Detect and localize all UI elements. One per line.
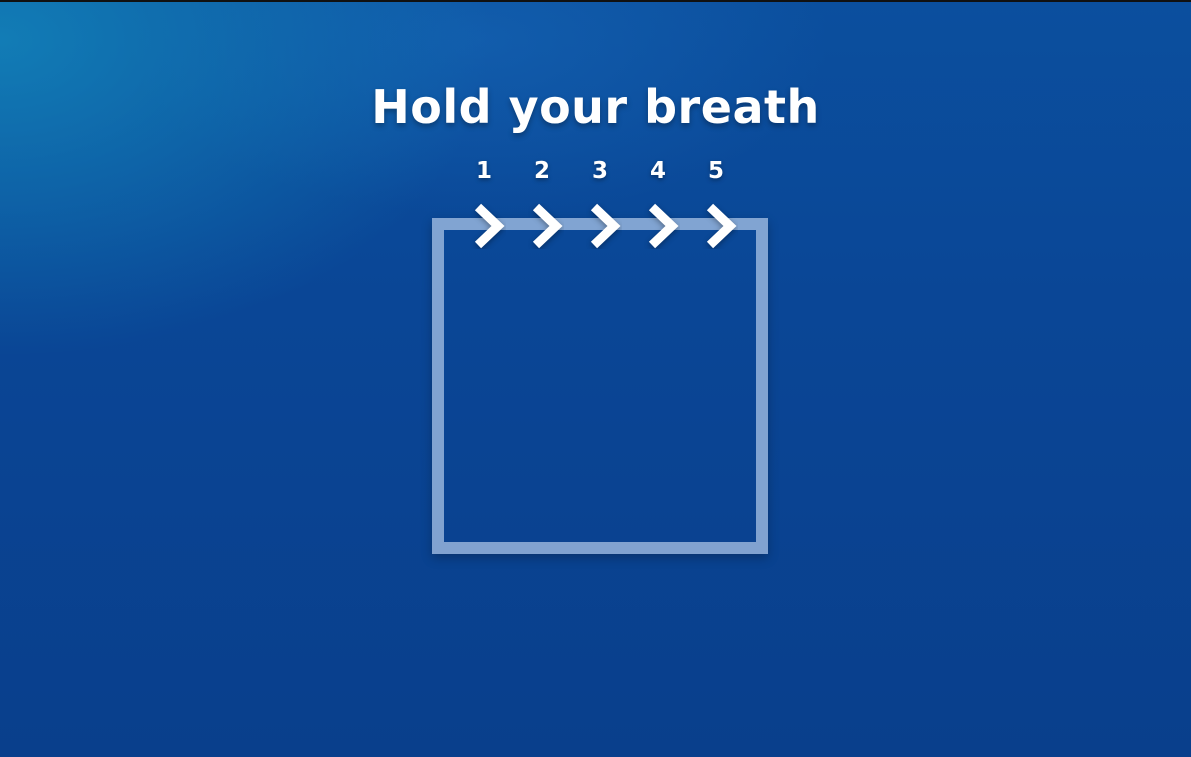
step-number: 5 [707,158,724,184]
chevron-right-icon [702,203,738,249]
page-title: Hold your breath [371,80,820,134]
step-number: 1 [475,158,492,184]
breathing-square [432,218,768,554]
step-number: 2 [533,158,550,184]
chevron-right-icon [470,203,506,249]
step-number: 3 [591,158,608,184]
chevron-right-icon [586,203,622,249]
step-number: 4 [649,158,666,184]
chevron-right-icon [644,203,680,249]
top-edge-bar [0,0,1191,2]
chevron-right-icon [528,203,564,249]
